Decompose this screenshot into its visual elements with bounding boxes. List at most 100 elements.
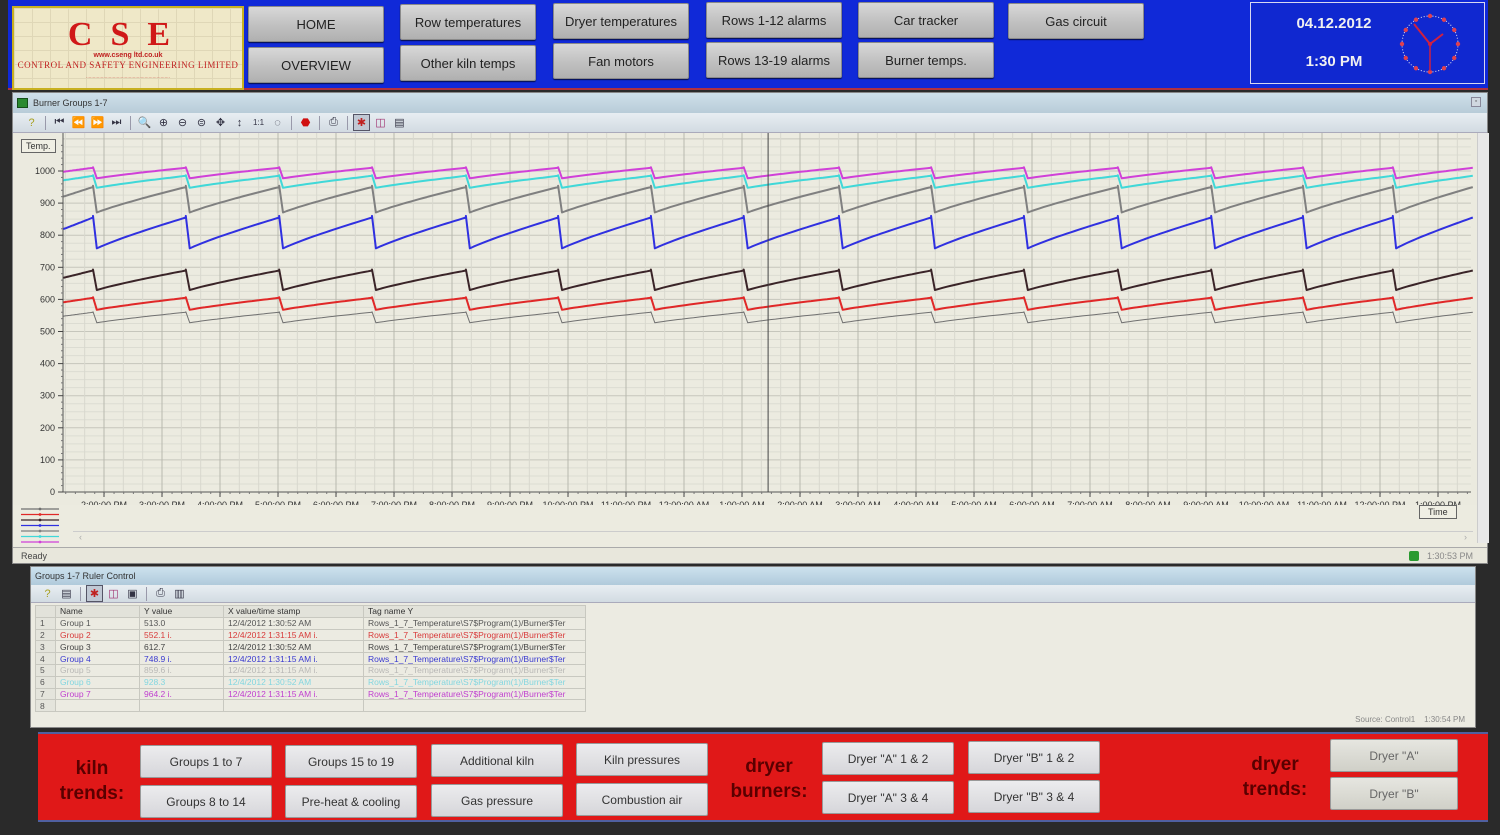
dryer-a-3-4-button[interactable]: Dryer "A" 3 & 4: [822, 781, 954, 814]
ruler-window-icon[interactable]: ✱: [86, 585, 103, 602]
nav-rows-13-19-alarms-button[interactable]: Rows 13-19 alarms: [706, 42, 842, 78]
logo-address-lines: ········································…: [86, 75, 170, 80]
scroll-forward-icon[interactable]: ⏩: [89, 114, 106, 131]
logo-brand: CSE: [67, 16, 189, 53]
trend-chart[interactable]: 0 100 200 300 400 500 600 700 800 900 1000 2:00:00…: [13, 133, 1477, 519]
print-icon[interactable]: ⎙: [325, 114, 342, 131]
nav-dryer-temperatures-button[interactable]: Dryer temperatures: [553, 3, 689, 39]
ruler-table-row[interactable]: 4 Group 4 748.9 i. 12/4/2012 1:31:15 AM i. R…: [35, 652, 1466, 665]
move-value-axis-icon[interactable]: ↕: [231, 114, 248, 131]
zoom-time-axis-icon[interactable]: ⊜: [193, 114, 210, 131]
kiln-pressures-button[interactable]: Kiln pressures: [576, 743, 708, 776]
ruler-table-row[interactable]: 7 Group 7 964.2 i. 12/4/2012 1:31:15 AM i. R…: [35, 687, 1466, 701]
scroll-right-arrow-icon[interactable]: ›: [1464, 532, 1467, 542]
stop-icon[interactable]: ⬣: [297, 114, 314, 131]
hmi-screen: CSE www.cseng ltd.co.uk CONTROL AND SAFE…: [0, 0, 1500, 835]
clock-minute-mark: [1423, 16, 1425, 18]
nav-gas-circuit-button[interactable]: Gas circuit: [1008, 3, 1144, 39]
clock-hour-mark: [1403, 55, 1408, 61]
nav-rows-1-12-alarms-button[interactable]: Rows 1-12 alarms: [706, 2, 842, 38]
x-tick-time-label: 9:00:00 AM: [1183, 500, 1229, 505]
status-time: 1:30:53 PM: [1426, 551, 1473, 561]
clock-minute-mark: [1410, 22, 1412, 24]
x-tick-time-label: 10:00:00 PM: [542, 500, 593, 505]
zoom-in-icon[interactable]: ⊕: [155, 114, 172, 131]
original-view-icon[interactable]: 1:1: [250, 114, 267, 131]
row-filler: [586, 676, 1466, 688]
nav-car-tracker-button[interactable]: Car tracker: [858, 2, 994, 38]
export-data-icon[interactable]: ▥: [171, 585, 188, 602]
dryer-b-trend-button[interactable]: Dryer "B": [1330, 777, 1458, 810]
help-icon[interactable]: ?: [39, 585, 56, 602]
nav-burner-temps-button[interactable]: Burner temps.: [858, 42, 994, 78]
column-header-y-value[interactable]: Y value: [139, 605, 224, 618]
row-index: 6: [35, 675, 56, 689]
scroll-left-arrow-icon[interactable]: ‹: [79, 532, 82, 542]
clock-minute-mark: [1450, 24, 1452, 26]
statistics-window-icon[interactable]: ▣: [124, 585, 141, 602]
nav-fan-motors-button[interactable]: Fan motors: [553, 43, 689, 79]
row-index: 5: [35, 663, 56, 677]
statistics-icon[interactable]: ▤: [391, 114, 408, 131]
scroll-back-icon[interactable]: ⏪: [70, 114, 87, 131]
x-tick-time-label: 5:00:00 AM: [951, 500, 997, 505]
ruler-table-row[interactable]: 2 Group 2 552.1 i. 12/4/2012 1:31:15 AM i. R…: [35, 628, 1466, 642]
ruler-icon[interactable]: ✱: [353, 114, 370, 131]
clock-minute-mark: [1406, 26, 1408, 29]
nav-overview-button[interactable]: OVERVIEW: [248, 47, 384, 83]
move-icon[interactable]: ✥: [212, 114, 229, 131]
x-tick-time-label: 6:00:00 AM: [1009, 500, 1055, 505]
select-columns-icon[interactable]: ▤: [58, 585, 75, 602]
print-icon[interactable]: ⎙: [152, 585, 169, 602]
row-x-value: 12/4/2012 1:30:52 AM: [223, 616, 364, 630]
ruler-table-row[interactable]: 1 Group 1 513.0 12/4/2012 1:30:52 AM Rows_1_…: [35, 616, 1466, 630]
statistics-area-icon[interactable]: ◫: [372, 114, 389, 131]
logo-company-name: CONTROL AND SAFETY ENGINEERING LIMITED: [17, 60, 239, 70]
nav-home-button[interactable]: HOME: [248, 6, 384, 42]
zoom-out-icon[interactable]: ⊖: [174, 114, 191, 131]
top-navigation-bar: CSE www.cseng ltd.co.uk CONTROL AND SAFE…: [8, 0, 1488, 90]
clock-minute-mark: [1435, 16, 1437, 18]
ruler-table-row[interactable]: 3 Group 3 612.7 12/4/2012 1:30:52 AM Rows_1_…: [35, 640, 1466, 654]
horizontal-scrollbar[interactable]: ‹ ›: [73, 531, 1473, 545]
additional-kiln-button[interactable]: Additional kiln: [431, 744, 563, 777]
dryer-b-3-4-button[interactable]: Dryer "B" 3 & 4: [968, 780, 1100, 813]
select-data-connection-icon[interactable]: ◌: [269, 114, 286, 131]
row-y-value: 552.1 i.: [139, 628, 224, 642]
row-index: 8: [35, 699, 56, 713]
ruler-table-row[interactable]: 6 Group 6 928.3 12/4/2012 1:30:52 AM Rows_1_…: [35, 675, 1466, 689]
nav-other-kiln-temps-button[interactable]: Other kiln temps: [400, 45, 536, 81]
row-tag-name: Rows_1_7_Temperature\S7$Program(1)/Burne…: [363, 628, 586, 642]
dryer-a-1-2-button[interactable]: Dryer "A" 1 & 2: [822, 742, 954, 775]
ruler-window-title: Groups 1-7 Ruler Control: [31, 567, 1475, 585]
dryer-b-1-2-button[interactable]: Dryer "B" 1 & 2: [968, 741, 1100, 774]
zoom-area-icon[interactable]: 🔍: [136, 114, 153, 131]
gas-pressure-button[interactable]: Gas pressure: [431, 784, 563, 817]
column-header-x-value[interactable]: X value/time stamp: [223, 605, 364, 618]
row-name: Group 3: [55, 640, 140, 654]
y-tick-label: 700: [40, 262, 55, 272]
pre-heat-cooling-button[interactable]: Pre-heat & cooling: [285, 785, 417, 818]
window-restore-button[interactable]: ▫: [1471, 97, 1481, 107]
statistics-area-window-icon[interactable]: ◫: [105, 585, 122, 602]
go-to-end-icon[interactable]: ⏭: [108, 114, 125, 131]
clock-hour-mark: [1455, 41, 1461, 47]
dryer-a-trend-button[interactable]: Dryer "A": [1330, 739, 1458, 772]
nav-row-temperatures-button[interactable]: Row temperatures: [400, 4, 536, 40]
clock-minute-mark: [1454, 54, 1457, 56]
ruler-table-row[interactable]: 5 Group 5 859.6 i. 12/4/2012 1:31:15 AM i. R…: [35, 663, 1466, 677]
row-tag-name: [363, 699, 586, 713]
groups-15-to-19-button[interactable]: Groups 15 to 19: [285, 745, 417, 778]
vertical-scrollbar[interactable]: [1477, 133, 1489, 543]
row-x-value: [223, 699, 364, 713]
groups-1-to-7-button[interactable]: Groups 1 to 7: [140, 745, 272, 778]
logo-website: www.cseng ltd.co.uk: [93, 52, 163, 59]
go-to-start-icon[interactable]: ⏮: [51, 114, 68, 131]
column-header-tag-name[interactable]: Tag name Y: [363, 605, 586, 618]
row-name: Group 1: [55, 616, 140, 630]
column-header-name[interactable]: Name: [55, 605, 140, 618]
ruler-table-row[interactable]: 8: [35, 699, 1466, 713]
help-icon[interactable]: ?: [23, 114, 40, 131]
combustion-air-button[interactable]: Combustion air: [576, 783, 708, 816]
groups-8-to-14-button[interactable]: Groups 8 to 14: [140, 785, 272, 818]
